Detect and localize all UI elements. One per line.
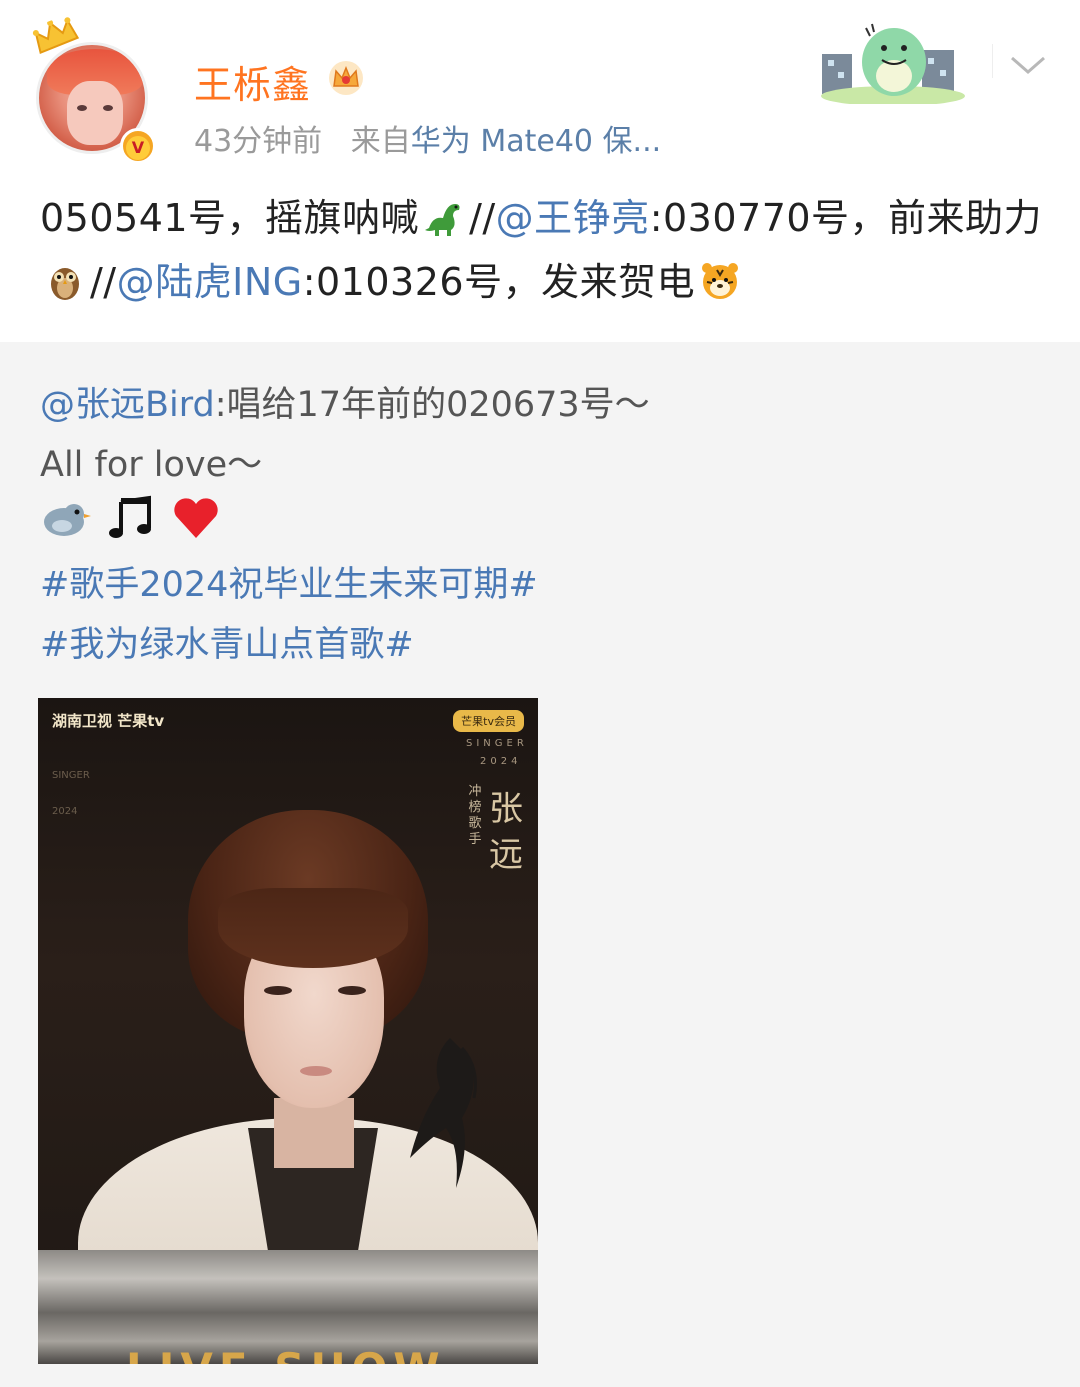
year-label: 2024 bbox=[480, 756, 522, 767]
role-label: 冲榜歌手 bbox=[468, 784, 482, 847]
swallow-embroidery bbox=[410, 1038, 477, 1188]
music-note-emoji bbox=[105, 492, 157, 544]
neck bbox=[274, 1098, 354, 1168]
emoji-row bbox=[40, 492, 230, 544]
tv-logo: 湖南卫视 芒果tv bbox=[52, 712, 165, 730]
bird-emoji bbox=[40, 492, 92, 544]
separator-1: // bbox=[469, 196, 496, 240]
source-prefix: 来自 bbox=[350, 124, 411, 159]
avatar-container[interactable]: V bbox=[32, 17, 156, 164]
dinosaur-emoji bbox=[425, 203, 460, 236]
post-header: V 王栎鑫 43分钟前 来自华为 Mate40 保... bbox=[0, 0, 1080, 170]
username[interactable]: 王栎鑫 bbox=[194, 54, 311, 109]
left-eye bbox=[264, 986, 292, 995]
singer-label: SINGER bbox=[466, 738, 528, 749]
repost-line-1: @张远Bird:唱给17年前的020673号～ bbox=[40, 376, 650, 427]
mention-zhang-yuan-bird[interactable]: @张远Bird bbox=[40, 385, 215, 425]
divider bbox=[992, 44, 993, 78]
repost-text-1: :唱给17年前的020673号～ bbox=[214, 385, 650, 425]
mention-wang-zhengliang[interactable]: @王铮亮 bbox=[496, 196, 650, 240]
live-show-text: LIVE SHOW bbox=[126, 1344, 446, 1364]
post-time: 43分钟前 bbox=[194, 124, 323, 159]
post-content: 050541号，摇旗呐喊 //@王铮亮:030770号，前来助力 //@陆虎IN… bbox=[40, 186, 1050, 314]
owl-emoji bbox=[51, 267, 79, 300]
hashtag-green-mountains[interactable]: #我为绿水青山点首歌# bbox=[40, 616, 414, 667]
hashtag-singer-2024[interactable]: #歌手2024祝毕业生未来可期# bbox=[40, 556, 538, 607]
chevron-down-icon[interactable] bbox=[1008, 52, 1048, 78]
verified-badge-icon: V bbox=[120, 128, 156, 164]
repost-text-2: All for love～ bbox=[40, 445, 263, 485]
post-image[interactable]: 湖南卫视 芒果tv 芒果tv会员 SINGER 2024 冲榜歌手 张远 SIN… bbox=[38, 698, 538, 1364]
post-meta: 43分钟前 来自华为 Mate40 保... bbox=[194, 116, 661, 160]
singer-name: 张远 bbox=[489, 789, 523, 875]
member-badge: 芒果tv会员 bbox=[453, 710, 524, 732]
lips bbox=[300, 1066, 332, 1076]
heart-emoji bbox=[170, 492, 222, 544]
tiger-emoji bbox=[702, 262, 739, 299]
bangs bbox=[218, 888, 408, 968]
vip-crown-icon bbox=[329, 61, 363, 95]
post-text-part3: :010326号，发来贺电 bbox=[302, 260, 696, 304]
device-source[interactable]: 华为 Mate40 保... bbox=[411, 124, 661, 159]
separator-2: // bbox=[90, 260, 117, 304]
post-text-part2: :030770号，前来助力 bbox=[649, 196, 1043, 240]
side-text: SINGER 2024 bbox=[52, 770, 90, 817]
mention-luhu-ing[interactable]: @陆虎ING bbox=[117, 260, 303, 304]
dinosaur-sticker[interactable] bbox=[818, 14, 968, 104]
post-text-part1: 050541号，摇旗呐喊 bbox=[40, 196, 420, 240]
right-eye bbox=[338, 986, 366, 995]
